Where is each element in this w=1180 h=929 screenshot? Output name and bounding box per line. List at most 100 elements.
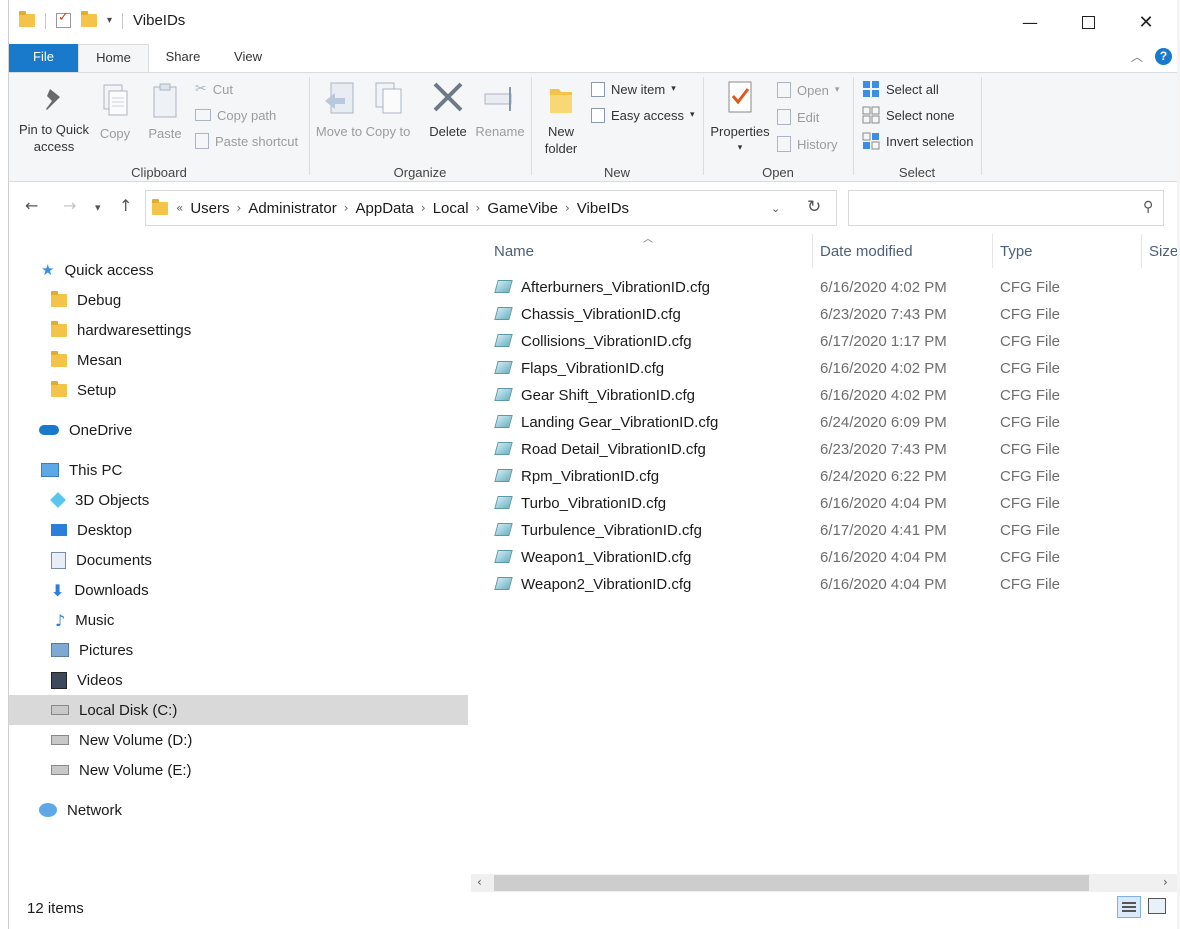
scroll-right-arrow-icon[interactable]: ›: [1163, 875, 1168, 889]
file-row[interactable]: Road Detail_VibrationID.cfg 6/23/2020 7:4…: [493, 437, 1153, 464]
forward-arrow-icon[interactable]: →: [63, 196, 76, 215]
copy-to-button[interactable]: Copy to: [365, 79, 411, 140]
overflow-chevron[interactable]: «: [176, 201, 183, 215]
nav-item-videos[interactable]: Videos: [51, 665, 123, 695]
tab-view[interactable]: View: [225, 44, 271, 72]
breadcrumb-appdata[interactable]: AppData: [349, 200, 421, 217]
paste-button[interactable]: Paste: [143, 81, 187, 142]
nav-network[interactable]: Network: [39, 795, 122, 825]
breadcrumb-users[interactable]: Users: [183, 200, 236, 217]
nav-item-desktop[interactable]: Desktop: [51, 515, 132, 545]
nav-item-documents[interactable]: Documents: [51, 545, 152, 575]
breadcrumb-gamevibe[interactable]: GameVibe: [480, 200, 565, 217]
horizontal-scrollbar[interactable]: ‹ ›: [471, 874, 1177, 892]
nav-item-new-volume-d[interactable]: New Volume (D:): [51, 725, 192, 755]
breadcrumb-vibeids[interactable]: VibeIDs: [570, 200, 636, 217]
file-name[interactable]: Road Detail_VibrationID.cfg: [521, 441, 706, 458]
column-divider[interactable]: [992, 234, 993, 268]
copy-path-button[interactable]: Copy path: [195, 104, 276, 126]
nav-item-music[interactable]: ♪ Music: [55, 605, 114, 635]
file-row[interactable]: Turbo_VibrationID.cfg 6/16/2020 4:04 PM CF…: [493, 491, 1153, 518]
nav-item-setup[interactable]: Setup: [51, 375, 116, 405]
help-icon[interactable]: ?: [1155, 48, 1172, 65]
nav-item-3d-objects[interactable]: 3D Objects: [50, 485, 149, 515]
file-name[interactable]: Chassis_VibrationID.cfg: [521, 306, 681, 323]
file-name[interactable]: Weapon2_VibrationID.cfg: [521, 576, 691, 593]
close-button[interactable]: ✕: [1117, 0, 1175, 44]
nav-onedrive[interactable]: OneDrive: [39, 415, 132, 445]
properties-button[interactable]: Properties ▾: [707, 79, 773, 157]
column-divider[interactable]: [1141, 234, 1142, 268]
collapse-ribbon-icon[interactable]: ︿: [1131, 48, 1143, 65]
file-row[interactable]: Turbulence_VibrationID.cfg 6/17/2020 4:41…: [493, 518, 1153, 545]
properties-qat-icon[interactable]: [56, 10, 71, 28]
file-name[interactable]: Collisions_VibrationID.cfg: [521, 333, 692, 350]
nav-item-hardwaresettings[interactable]: hardwaresettings: [51, 315, 191, 345]
back-arrow-icon[interactable]: ←: [25, 196, 38, 215]
new-folder-button[interactable]: New folder: [537, 81, 585, 157]
file-row[interactable]: Collisions_VibrationID.cfg 6/17/2020 1:17…: [493, 329, 1153, 356]
details-view-icon[interactable]: [1117, 896, 1141, 918]
new-folder-qat-icon[interactable]: [81, 11, 97, 27]
column-header-name[interactable]: Name: [494, 243, 534, 260]
maximize-button[interactable]: [1059, 0, 1117, 44]
pin-to-quick-access-button[interactable]: Pin to Quick access: [15, 83, 93, 155]
open-button[interactable]: Open ▾: [777, 79, 839, 101]
nav-item-local-disk-c[interactable]: Local Disk (C:): [51, 695, 177, 725]
file-name[interactable]: Gear Shift_VibrationID.cfg: [521, 387, 695, 404]
recent-locations-chevron-icon[interactable]: ▾: [95, 201, 101, 214]
select-all-button[interactable]: Select all: [862, 78, 939, 100]
file-row[interactable]: Afterburners_VibrationID.cfg 6/16/2020 4:…: [493, 275, 1153, 302]
new-item-button[interactable]: New item ▾: [591, 78, 676, 100]
delete-button[interactable]: Delete: [423, 79, 473, 140]
file-row[interactable]: Rpm_VibrationID.cfg 6/24/2020 6:22 PM CFG …: [493, 464, 1153, 491]
nav-item-new-volume-e[interactable]: New Volume (E:): [51, 755, 192, 785]
file-row[interactable]: Flaps_VibrationID.cfg 6/16/2020 4:02 PM CF…: [493, 356, 1153, 383]
column-header-date-modified[interactable]: Date modified: [820, 243, 913, 260]
scroll-left-arrow-icon[interactable]: ‹: [477, 875, 482, 889]
file-name[interactable]: Turbo_VibrationID.cfg: [521, 495, 666, 512]
nav-this-pc[interactable]: This PC: [41, 455, 122, 485]
search-input[interactable]: ⚲: [848, 190, 1164, 226]
scrollbar-thumb[interactable]: [494, 875, 1089, 891]
rename-button[interactable]: Rename: [473, 79, 527, 140]
breadcrumb-administrator[interactable]: Administrator: [241, 200, 343, 217]
nav-item-pictures[interactable]: Pictures: [51, 635, 133, 665]
file-name[interactable]: Landing Gear_VibrationID.cfg: [521, 414, 718, 431]
column-divider[interactable]: [812, 234, 813, 268]
file-name[interactable]: Weapon1_VibrationID.cfg: [521, 549, 691, 566]
tab-home[interactable]: Home: [78, 44, 149, 72]
nav-quick-access[interactable]: ★ Quick access: [41, 255, 154, 285]
address-bar[interactable]: « Users › Administrator › AppData › Loca…: [145, 190, 837, 226]
invert-selection-button[interactable]: Invert selection: [862, 130, 973, 152]
edit-button[interactable]: Edit: [777, 106, 819, 128]
file-name[interactable]: Turbulence_VibrationID.cfg: [521, 522, 702, 539]
nav-item-mesan[interactable]: Mesan: [51, 345, 122, 375]
file-row[interactable]: Chassis_VibrationID.cfg 6/23/2020 7:43 PM…: [493, 302, 1153, 329]
nav-item-downloads[interactable]: ⬇ Downloads: [51, 575, 149, 605]
column-header-size[interactable]: Size: [1149, 243, 1177, 260]
tab-share[interactable]: Share: [159, 44, 207, 72]
history-button[interactable]: History: [777, 133, 837, 155]
paste-shortcut-button[interactable]: Paste shortcut: [195, 130, 298, 152]
file-name[interactable]: Rpm_VibrationID.cfg: [521, 468, 659, 485]
select-none-button[interactable]: Select none: [862, 104, 955, 126]
column-header-type[interactable]: Type: [1000, 243, 1033, 260]
nav-item-debug[interactable]: Debug: [51, 285, 121, 315]
cut-button[interactable]: ✂ Cut: [195, 78, 233, 100]
file-name[interactable]: Afterburners_VibrationID.cfg: [521, 279, 710, 296]
customize-qat-icon[interactable]: ▾: [107, 15, 112, 26]
file-row[interactable]: Landing Gear_VibrationID.cfg 6/24/2020 6:…: [493, 410, 1153, 437]
minimize-button[interactable]: —: [1001, 0, 1059, 44]
file-name[interactable]: Flaps_VibrationID.cfg: [521, 360, 664, 377]
move-to-button[interactable]: Move to: [315, 79, 363, 140]
address-dropdown-icon[interactable]: ⌄: [771, 202, 780, 215]
up-arrow-icon[interactable]: ↑: [119, 196, 132, 215]
easy-access-button[interactable]: Easy access ▾: [591, 104, 695, 126]
large-icons-view-icon[interactable]: [1148, 898, 1166, 914]
file-row[interactable]: Weapon2_VibrationID.cfg 6/16/2020 4:04 PM…: [493, 572, 1153, 599]
tab-file[interactable]: File: [9, 44, 78, 72]
file-row[interactable]: Gear Shift_VibrationID.cfg 6/16/2020 4:02…: [493, 383, 1153, 410]
refresh-icon[interactable]: ↻: [807, 197, 821, 217]
copy-button[interactable]: Copy: [93, 81, 137, 142]
